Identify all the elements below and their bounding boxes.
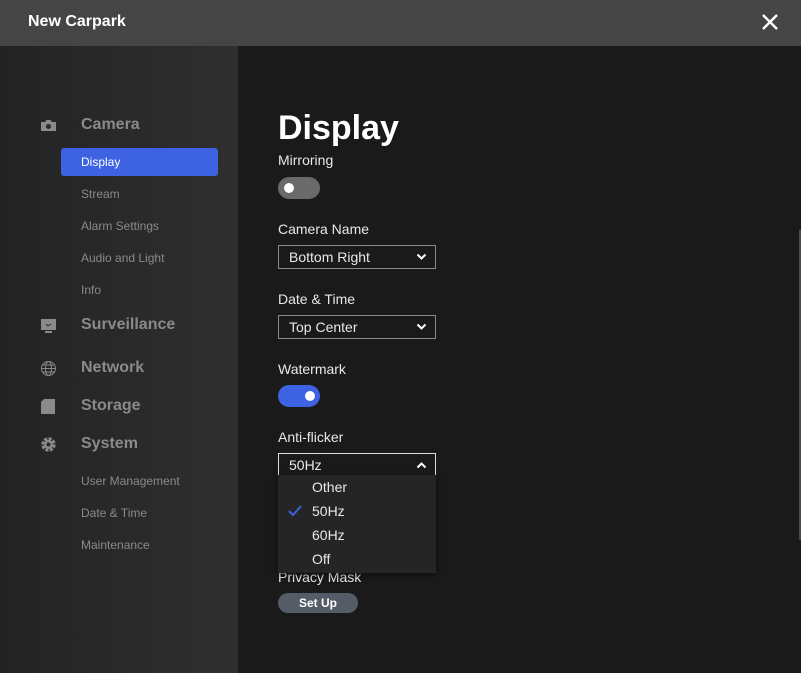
sidebar-section-storage[interactable]: Storage (40, 397, 141, 415)
option-label: Off (312, 551, 331, 567)
camera-icon (41, 119, 56, 131)
section-label: System (81, 435, 138, 452)
select-value: Bottom Right (289, 249, 370, 265)
anti-flicker-select[interactable]: 50Hz (278, 453, 436, 477)
watermark-label: Watermark (278, 361, 346, 377)
section-label: Network (81, 359, 145, 376)
mirroring-label: Mirroring (278, 152, 334, 168)
chevron-up-icon (416, 462, 427, 469)
option-60hz[interactable]: 60Hz (278, 523, 436, 547)
option-off[interactable]: Off (278, 547, 436, 571)
check-icon (288, 505, 302, 517)
mirroring-toggle[interactable] (278, 177, 320, 199)
gear-icon (41, 436, 56, 452)
sidebar-item-info[interactable]: Info (61, 276, 218, 304)
option-label: Other (312, 479, 348, 495)
privacy-mask-setup-button[interactable]: Set Up (278, 593, 358, 613)
select-value: Top Center (289, 319, 358, 335)
sidebar-item-stream[interactable]: Stream (61, 180, 218, 208)
sidebar-section-system[interactable]: System (40, 435, 138, 453)
close-icon[interactable] (757, 9, 783, 35)
anti-flicker-dropdown: Other 50Hz 60Hz Off (278, 475, 436, 573)
sidebar-item-alarm-settings[interactable]: Alarm Settings (61, 212, 218, 240)
sidebar-section-surveillance[interactable]: Surveillance (40, 316, 175, 334)
option-label: 50Hz (312, 503, 345, 519)
page-title: Display (278, 108, 678, 150)
window-title: New Carpark (28, 13, 126, 30)
camera-name-select[interactable]: Bottom Right (278, 245, 436, 269)
sidebar-item-audio-and-light[interactable]: Audio and Light (61, 244, 218, 272)
sd-card-icon (41, 398, 55, 414)
option-other[interactable]: Other (278, 475, 436, 499)
section-label: Camera (81, 116, 140, 133)
sidebar-section-camera[interactable]: Camera (40, 116, 140, 134)
option-50hz[interactable]: 50Hz (278, 499, 436, 523)
monitor-icon (41, 318, 56, 333)
sidebar-item-maintenance[interactable]: Maintenance (61, 531, 218, 559)
camera-name-label: Camera Name (278, 221, 370, 237)
title-bar: New Carpark (0, 0, 801, 46)
settings-panel: Display Mirroring Camera Name Bottom Rig… (238, 46, 801, 673)
select-value: 50Hz (289, 457, 322, 473)
sidebar-item-date-time[interactable]: Date & Time (61, 499, 218, 527)
chevron-down-icon (416, 323, 427, 330)
date-time-select[interactable]: Top Center (278, 315, 436, 339)
sidebar: Camera Display Stream Alarm Settings Aud… (0, 46, 238, 673)
chevron-down-icon (416, 253, 427, 260)
globe-icon (41, 360, 56, 376)
section-label: Surveillance (81, 316, 176, 333)
watermark-toggle[interactable] (278, 385, 320, 407)
date-time-label: Date & Time (278, 291, 356, 307)
anti-flicker-label: Anti-flicker (278, 429, 344, 445)
sidebar-item-user-management[interactable]: User Management (61, 467, 218, 495)
sidebar-section-network[interactable]: Network (40, 359, 144, 377)
option-label: 60Hz (312, 527, 345, 543)
sidebar-item-display[interactable]: Display (61, 148, 218, 176)
section-label: Storage (81, 397, 141, 414)
